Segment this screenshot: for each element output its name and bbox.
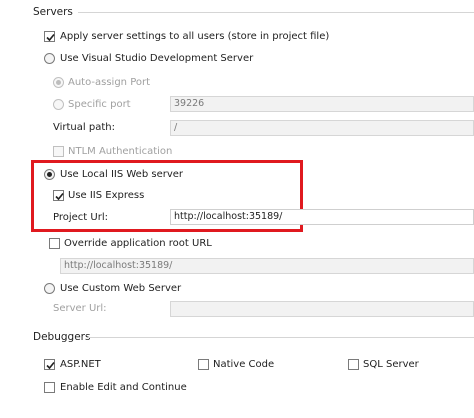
debuggers-divider bbox=[88, 337, 474, 338]
native-code-label: Native Code bbox=[213, 359, 275, 370]
override-root-url-checkbox[interactable] bbox=[49, 238, 60, 249]
specific-port-radio[interactable] bbox=[53, 99, 64, 110]
native-code-checkbox[interactable] bbox=[198, 359, 209, 370]
use-custom-server-label: Use Custom Web Server bbox=[60, 283, 182, 294]
use-iis-express-checkbox[interactable] bbox=[53, 190, 64, 201]
auto-assign-port-radio[interactable] bbox=[53, 77, 64, 88]
aspnet-checkbox[interactable] bbox=[44, 359, 55, 370]
debuggers-section-title: Debuggers bbox=[33, 331, 91, 343]
checkmark-icon bbox=[46, 361, 55, 370]
project-url-input[interactable]: http://localhost:35189/ bbox=[170, 209, 474, 225]
edit-continue-label: Enable Edit and Continue bbox=[60, 382, 187, 393]
servers-section-title: Servers bbox=[33, 6, 73, 18]
server-url-input[interactable] bbox=[170, 301, 474, 317]
apply-settings-checkbox[interactable] bbox=[44, 31, 55, 42]
radio-dot-icon bbox=[56, 80, 61, 85]
virtual-path-label: Virtual path: bbox=[53, 122, 115, 133]
override-root-url-input[interactable]: http://localhost:35189/ bbox=[60, 258, 474, 274]
sql-server-checkbox[interactable] bbox=[348, 359, 359, 370]
server-url-label: Server Url: bbox=[53, 303, 107, 314]
use-local-iis-label: Use Local IIS Web server bbox=[60, 169, 184, 180]
sql-server-label: SQL Server bbox=[363, 359, 419, 370]
use-iis-express-label: Use IIS Express bbox=[68, 190, 145, 201]
servers-divider bbox=[78, 12, 474, 13]
auto-assign-port-label: Auto-assign Port bbox=[68, 77, 151, 88]
use-custom-server-radio[interactable] bbox=[44, 283, 55, 294]
ntlm-auth-label: NTLM Authentication bbox=[68, 146, 173, 157]
use-vs-dev-server-radio[interactable] bbox=[44, 53, 55, 64]
use-local-iis-radio[interactable] bbox=[44, 169, 55, 180]
apply-settings-label: Apply server settings to all users (stor… bbox=[60, 31, 330, 42]
specific-port-label: Specific port bbox=[68, 99, 131, 110]
specific-port-input[interactable]: 39226 bbox=[170, 96, 474, 112]
aspnet-label: ASP.NET bbox=[60, 359, 101, 370]
use-vs-dev-server-label: Use Visual Studio Development Server bbox=[60, 53, 254, 64]
edit-continue-checkbox[interactable] bbox=[44, 382, 55, 393]
ntlm-auth-checkbox[interactable] bbox=[53, 146, 64, 157]
project-url-label: Project Url: bbox=[53, 212, 108, 223]
checkmark-icon bbox=[55, 192, 64, 201]
checkmark-icon bbox=[46, 33, 55, 42]
override-root-url-label: Override application root URL bbox=[64, 238, 212, 249]
radio-dot-icon bbox=[47, 172, 52, 177]
virtual-path-input[interactable]: / bbox=[170, 120, 474, 136]
